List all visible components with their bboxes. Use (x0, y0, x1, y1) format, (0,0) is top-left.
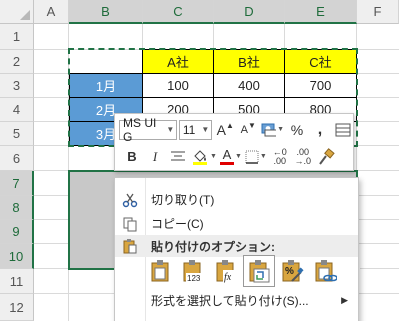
comma-style-button[interactable]: , (310, 119, 330, 141)
value-cell[interactable]: 400 (214, 74, 285, 98)
italic-button[interactable]: I (145, 146, 165, 168)
grow-font-icon: A (216, 121, 226, 138)
paste-values-icon: 123 (183, 260, 204, 283)
column-header-c[interactable]: C (143, 0, 214, 24)
paste-button[interactable] (145, 256, 175, 286)
paste-formulas-button[interactable]: fx (211, 256, 241, 286)
center-align-icon (171, 151, 185, 160)
font-name-value: MS UI G (123, 115, 157, 144)
menu-item-cut[interactable]: 切り取り(T) (115, 188, 358, 211)
header-cell-a-company[interactable]: A社 (143, 49, 214, 74)
svg-text:%: % (285, 266, 294, 277)
row-header-7[interactable]: 7 (0, 171, 34, 196)
paste-options-bar: 123 fx % (145, 255, 343, 287)
row-header-2[interactable]: 2 (0, 50, 34, 74)
format-painter-icon (319, 147, 335, 165)
menu-item-paste-special[interactable]: 形式を選択して貼り付け(S)... ▶ (115, 289, 358, 312)
chevron-down-icon: ▼ (201, 125, 210, 134)
chevron-down-icon: ▼ (166, 125, 175, 134)
context-menu: 切り取り(T) コピー(C) 貼り付けのオプション: 123 fx % 形式を選… (114, 177, 359, 321)
value-cell[interactable]: 700 (285, 74, 357, 98)
column-header-b[interactable]: B (69, 0, 143, 24)
paint-bucket-icon (193, 149, 207, 165)
paste-options-header: 貼り付けのオプション: (115, 235, 358, 257)
font-color-button[interactable]: A ▼ (219, 146, 242, 168)
row-header-9[interactable]: 9 (0, 220, 34, 244)
menu-item-cut-label: 切り取り(T) (151, 193, 215, 207)
accounting-format-button[interactable]: ▼ (261, 119, 284, 141)
table-format-icon (335, 123, 351, 136)
row-header-8[interactable]: 8 (0, 196, 34, 220)
increase-font-size-button[interactable]: A ▲ (215, 119, 235, 141)
row-header-3[interactable]: 3 (0, 74, 34, 98)
column-header-f[interactable]: F (357, 0, 399, 24)
clipboard-icon (123, 239, 137, 254)
column-header-a[interactable]: A (34, 0, 69, 24)
paste-transpose-icon (249, 260, 270, 283)
row-header-12[interactable]: 12 (0, 294, 34, 321)
paste-formatting-button[interactable]: % (277, 256, 307, 286)
paste-formatting-icon: % (282, 260, 304, 282)
font-size-value: 11 (182, 122, 196, 137)
column-header-e[interactable]: E (285, 0, 357, 24)
increase-decimal-button[interactable]: ←0.00 (270, 146, 290, 168)
format-painter-button[interactable] (316, 146, 336, 168)
row-header-1[interactable]: 1 (0, 24, 34, 50)
format-table-button[interactable] (333, 119, 353, 141)
copy-icon (123, 217, 137, 231)
paste-link-icon (315, 260, 337, 282)
paste-formulas-icon: fx (216, 260, 236, 283)
scissors-icon (122, 193, 138, 207)
column-header-d[interactable]: D (214, 0, 285, 24)
menu-item-copy-label: コピー(C) (151, 217, 204, 231)
svg-text:fx: fx (224, 272, 232, 283)
paste-icon (151, 260, 169, 282)
row-header-5[interactable]: 5 (0, 122, 34, 146)
fill-color-button[interactable]: ▼ (191, 146, 217, 168)
row-header-11[interactable]: 11 (0, 269, 34, 294)
svg-text:123: 123 (187, 274, 201, 283)
paste-transpose-button[interactable] (243, 255, 275, 287)
font-color-icon: A (219, 148, 234, 165)
value-cell[interactable]: 100 (143, 74, 214, 98)
borders-button[interactable]: ▼ (245, 146, 267, 168)
bold-button[interactable]: B (122, 146, 142, 168)
borders-icon (245, 150, 259, 164)
percent-style-button[interactable]: % (287, 119, 307, 141)
paste-options-label: 貼り付けのオプション: (151, 239, 275, 254)
menu-item-paste-special-label: 形式を選択して貼り付け(S)... (151, 294, 309, 308)
accounting-format-icon (261, 123, 277, 136)
header-cell-b-company[interactable]: B社 (214, 49, 285, 74)
chevron-right-icon: ▶ (341, 295, 348, 305)
center-align-button[interactable] (168, 146, 188, 168)
mini-toolbar: MS UI G ▼ 11 ▼ A ▲ A ▼ ▼ % , B I ▼ A ▼ ▼… (114, 113, 354, 171)
month-cell-jan[interactable]: 1月 (69, 74, 143, 98)
row-header-10[interactable]: 10 (0, 244, 34, 269)
paste-link-button[interactable] (310, 256, 340, 286)
shrink-font-icon: A (240, 123, 248, 136)
increase-decimal-icon: ←0.00 (272, 146, 287, 166)
paste-values-button[interactable]: 123 (178, 256, 208, 286)
table-corner-cell[interactable] (69, 49, 143, 74)
row-header-6[interactable]: 6 (0, 146, 34, 171)
row-header-4[interactable]: 4 (0, 98, 34, 122)
select-all-corner[interactable] (0, 0, 34, 24)
decrease-decimal-button[interactable]: .00 →.0 (293, 146, 313, 168)
header-cell-c-company[interactable]: C社 (285, 49, 357, 74)
menu-item-copy[interactable]: コピー(C) (115, 212, 358, 235)
decrease-decimal-icon: .00 →.0 (294, 146, 312, 166)
font-size-box[interactable]: 11 ▼ (178, 119, 213, 140)
decrease-font-size-button[interactable]: A ▼ (238, 119, 258, 141)
font-name-box[interactable]: MS UI G ▼ (119, 116, 177, 144)
